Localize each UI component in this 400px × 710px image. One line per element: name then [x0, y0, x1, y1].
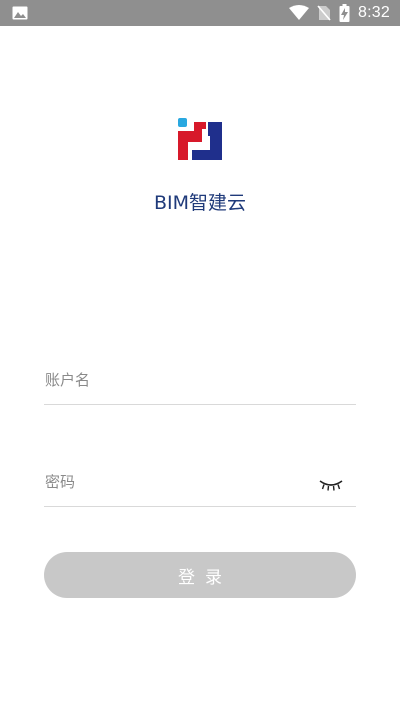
no-sim-icon	[317, 5, 331, 21]
bim-logo	[176, 116, 224, 164]
password-input[interactable]	[44, 457, 356, 506]
status-time: 8:32	[358, 4, 390, 21]
image-icon	[12, 6, 28, 20]
app-title: BIM智建云	[153, 192, 247, 214]
username-field-container	[44, 355, 356, 405]
status-bar: 8:32	[0, 0, 400, 26]
eye-closed-icon[interactable]	[318, 477, 344, 491]
username-input[interactable]	[44, 355, 356, 404]
battery-charging-icon	[339, 4, 350, 22]
password-field-container	[44, 457, 356, 507]
login-button[interactable]: 登录	[44, 552, 356, 598]
wifi-icon	[289, 5, 310, 21]
